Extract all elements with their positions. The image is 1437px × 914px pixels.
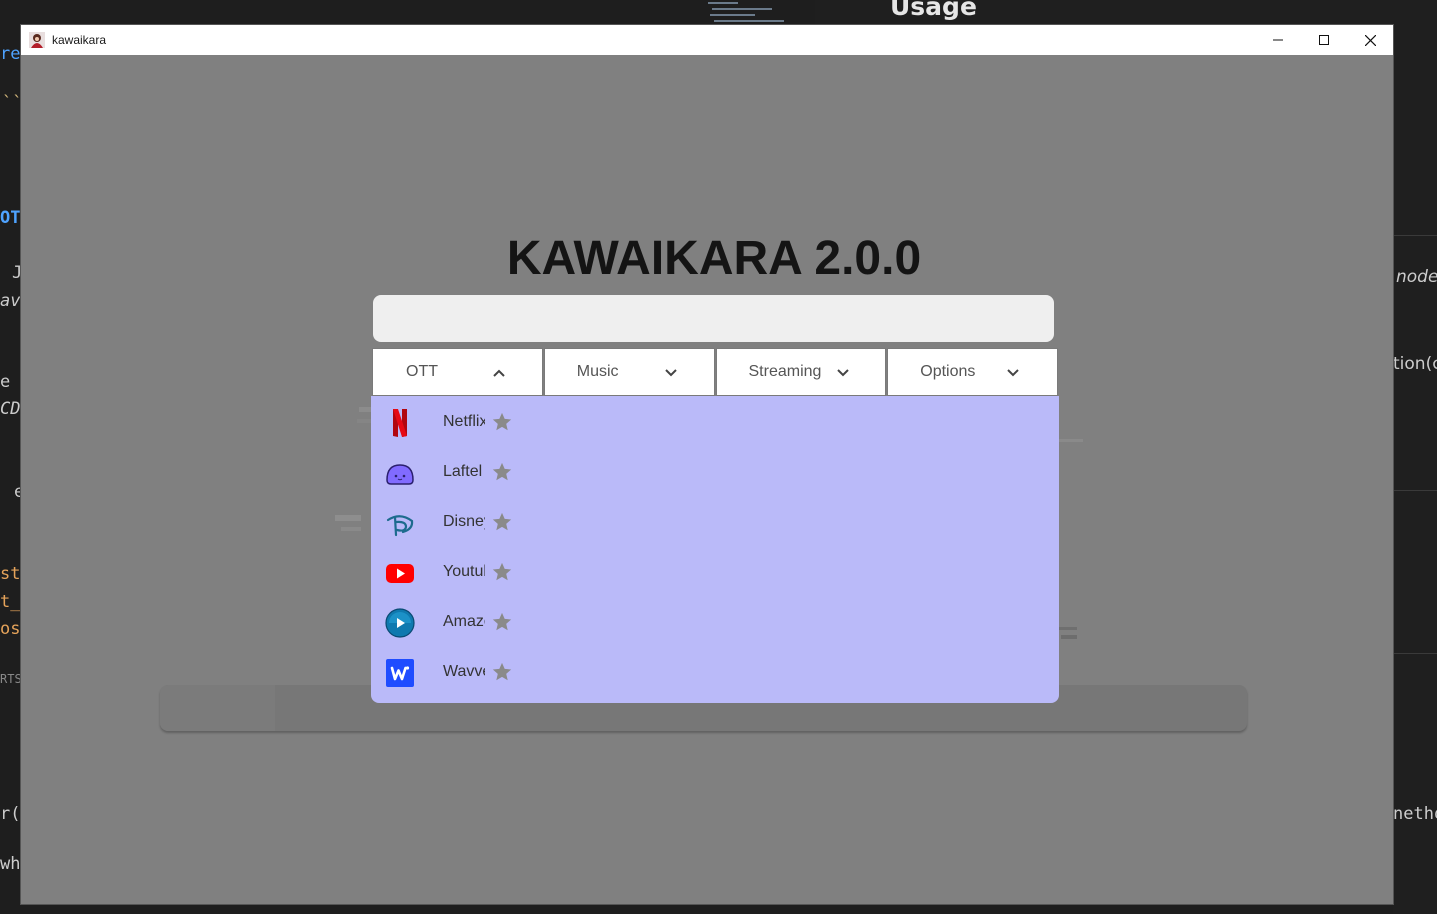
ott-item-wavve[interactable]: Wavve [371, 647, 1059, 697]
ott-item-disney-plus[interactable]: Disney+ [371, 497, 1059, 547]
app-title: KAWAIKARA 2.0.0 [506, 232, 922, 285]
favorite-star-icon[interactable] [491, 461, 513, 483]
ott-item-youtube[interactable]: Youtube [371, 547, 1059, 597]
background-code-fragment: node [1396, 267, 1437, 287]
favorite-star-icon[interactable] [491, 661, 513, 683]
background-code-fragment: RTS [0, 672, 22, 686]
background-usage-heading: Usage [890, 0, 977, 21]
ott-item-label: Youtube [443, 563, 485, 580]
background-divider [1393, 653, 1437, 654]
background-code-fragment: netho [1393, 804, 1437, 824]
close-icon [1364, 34, 1376, 46]
player-bar-segment [160, 685, 275, 731]
close-button[interactable] [1347, 25, 1393, 55]
background-minimap [708, 0, 798, 26]
background-divider [1393, 235, 1437, 236]
tab-label: Streaming [748, 363, 822, 380]
minimize-icon [1273, 39, 1283, 41]
window-title: kawaikara [52, 33, 107, 47]
chevron-down-icon [1007, 369, 1019, 377]
background-right-panel [1393, 0, 1437, 914]
tab-label: OTT [406, 363, 438, 380]
chevron-down-icon [836, 369, 849, 377]
ott-item-netflix[interactable]: Netflix [371, 397, 1059, 447]
ott-item-label: Disney+ [443, 513, 485, 530]
search-input[interactable] [373, 295, 1054, 342]
laftel-icon [386, 464, 414, 485]
app-content: KAWAIKARA 2.0.0 OTT Music Streaming Opti… [21, 55, 1393, 904]
app-avatar-icon [29, 32, 45, 48]
maximize-icon [1319, 35, 1329, 45]
tab-music[interactable]: Music [543, 348, 715, 396]
netflix-icon [393, 409, 407, 437]
maximize-button[interactable] [1301, 25, 1347, 55]
chevron-down-icon [665, 369, 677, 377]
app-window: kawaikara KAWAIKARA 2.0.0 OTT Music Stre… [21, 25, 1393, 904]
tab-label: Options [920, 363, 976, 380]
background-code-fragment: wh [0, 854, 21, 874]
favorite-star-icon[interactable] [491, 411, 513, 433]
chevron-up-icon [493, 369, 505, 377]
ott-item-amazon[interactable]: Amazon [371, 597, 1059, 647]
favorite-star-icon[interactable] [491, 561, 513, 583]
background-code-fragment: `` [2, 93, 23, 113]
background-code-fragment: tion(c [1393, 354, 1437, 374]
ott-item-laftel[interactable]: Laftel [371, 447, 1059, 497]
background-code-fragment: r( [0, 804, 21, 824]
tab-options[interactable]: Options [887, 348, 1058, 396]
tab-label: Music [576, 363, 619, 380]
background-divider [1393, 490, 1437, 491]
ott-dropdown: Netflix Laftel Disne Youtu Amaz Wavv [371, 396, 1059, 703]
ott-item-label: Amazon [443, 613, 485, 630]
favorite-star-icon[interactable] [491, 611, 513, 633]
category-tabs: OTT Music Streaming Options [372, 348, 1058, 396]
disney-plus-icon [386, 515, 414, 537]
minimize-button[interactable] [1255, 25, 1301, 55]
favorite-star-icon[interactable] [491, 511, 513, 533]
tab-ott[interactable]: OTT [372, 348, 543, 396]
prime-video-icon [385, 608, 415, 638]
ott-item-label: Wavve [443, 663, 485, 680]
youtube-icon [386, 564, 414, 583]
wavve-icon [386, 659, 414, 687]
ott-item-label: Netflix [443, 413, 485, 430]
title-bar[interactable]: kawaikara [21, 25, 1393, 55]
tab-streaming[interactable]: Streaming [715, 348, 887, 396]
ott-item-label: Laftel [443, 463, 483, 480]
